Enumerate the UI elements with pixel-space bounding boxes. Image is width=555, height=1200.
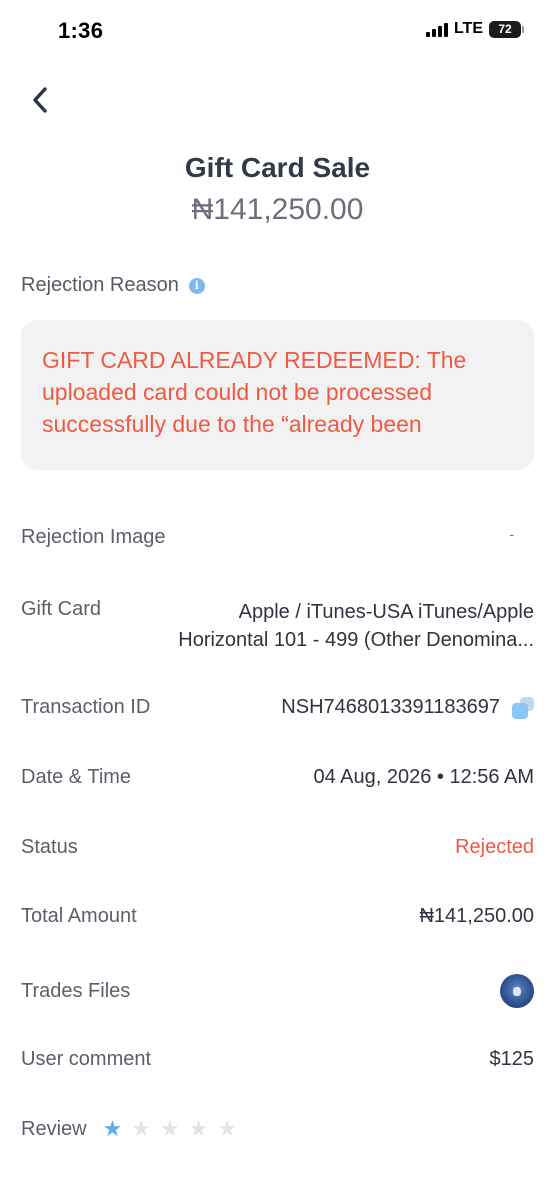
gift-card-sale-screen: 1:36 LTE 72 Gift Card Sale ₦141,250.00 R… <box>0 0 555 1200</box>
battery-icon: 72 <box>489 20 524 38</box>
rejection-reason-label: Rejection Reason <box>21 274 179 296</box>
user-comment-label: User comment <box>21 1048 152 1070</box>
transaction-id-value: NSH7468013391183697 <box>281 696 500 718</box>
network-type: LTE <box>453 20 483 37</box>
star-icon[interactable]: ★ <box>103 1118 123 1141</box>
status-row: Status Rejected <box>21 836 534 859</box>
gift-card-row: Gift Card Apple / iTunes-USA iTunes/Appl… <box>21 598 534 654</box>
status-indicators: LTE 72 <box>425 20 524 38</box>
total-amount-value: ₦141,250.00 <box>419 905 534 927</box>
rejection-reason-text: GIFT CARD ALREADY REDEEMED: The uploaded… <box>42 347 467 437</box>
status-badge: Rejected <box>455 836 534 858</box>
page-title: Gift Card Sale <box>184 152 371 183</box>
rejection-image-value: - <box>509 526 514 542</box>
signal-icon <box>425 21 448 37</box>
user-comment-value: $125 <box>489 1048 535 1070</box>
date-time-row: Date & Time 04 Aug, 2026 • 12:56 AM <box>21 766 534 789</box>
total-amount-row: Total Amount ₦141,250.00 <box>21 905 534 928</box>
rejection-reason-heading: Rejection Reason i <box>21 274 205 297</box>
info-icon[interactable]: i <box>188 277 205 294</box>
trade-file-thumbnail[interactable] <box>500 974 534 1008</box>
gift-card-value-line2: Horizontal 101 - 499 (Other Denomina... <box>178 629 534 651</box>
copy-icon[interactable] <box>512 696 534 719</box>
date-time-value: 04 Aug, 2026 • 12:56 AM <box>313 766 534 788</box>
sale-amount: ₦141,250.00 <box>191 193 364 226</box>
gift-card-label: Gift Card <box>21 598 102 620</box>
total-amount-label: Total Amount <box>21 905 137 927</box>
back-button[interactable] <box>20 80 60 120</box>
review-label: Review <box>21 1118 87 1140</box>
rejection-image-label: Rejection Image <box>21 526 166 548</box>
status-time: 1:36 <box>58 18 104 43</box>
star-rating: ★ ★ ★ ★ ★ <box>103 1118 238 1141</box>
star-icon[interactable]: ★ <box>160 1118 180 1141</box>
rejection-reason-box[interactable]: GIFT CARD ALREADY REDEEMED: The uploaded… <box>21 320 534 470</box>
trades-files-row: Trades Files <box>21 974 534 1008</box>
star-icon[interactable]: ★ <box>218 1118 238 1141</box>
user-comment-row: User comment $125 <box>21 1048 534 1071</box>
date-time-label: Date & Time <box>21 766 132 788</box>
transaction-id-container: NSH7468013391183697 <box>281 696 534 719</box>
chevron-left-icon <box>33 87 47 113</box>
rejection-image-row: Rejection Image - <box>21 526 534 549</box>
transaction-id-label: Transaction ID <box>21 696 151 718</box>
status-bar: 1:36 LTE 72 <box>0 0 555 64</box>
battery-level: 72 <box>498 22 512 36</box>
review-row: Review ★ ★ ★ ★ ★ <box>21 1118 237 1141</box>
gift-card-value-line1: Apple / iTunes-USA iTunes/Apple <box>238 601 534 623</box>
apple-logo-icon <box>513 986 521 996</box>
star-icon[interactable]: ★ <box>189 1118 209 1141</box>
star-icon[interactable]: ★ <box>131 1118 151 1141</box>
gift-card-value: Apple / iTunes-USA iTunes/Apple Horizont… <box>134 598 534 654</box>
transaction-id-row: Transaction ID NSH7468013391183697 <box>21 696 534 719</box>
status-label: Status <box>21 836 78 858</box>
trades-files-label: Trades Files <box>21 979 131 1002</box>
